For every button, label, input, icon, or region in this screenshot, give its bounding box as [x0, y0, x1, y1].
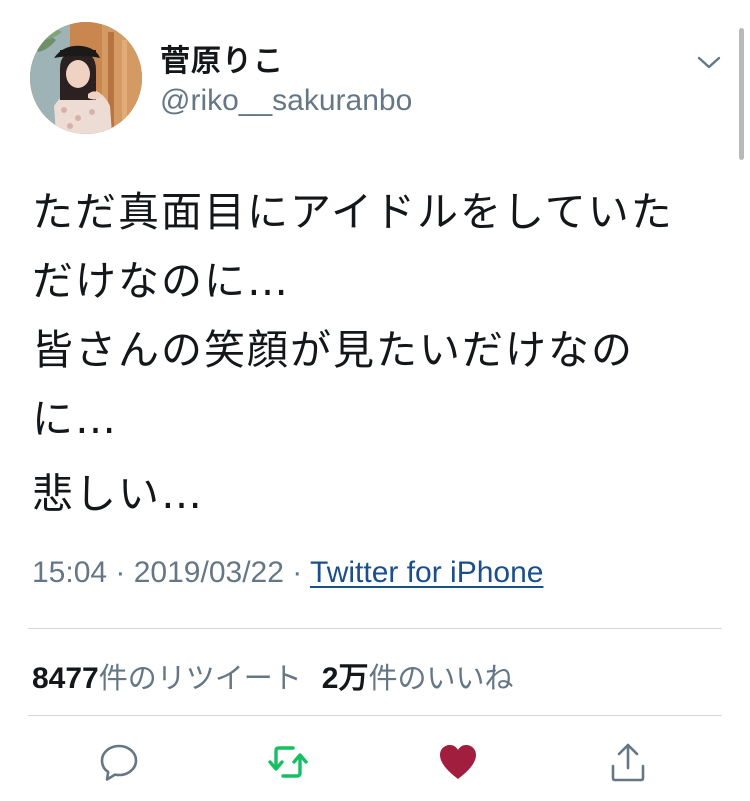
likes-label: 件のいいね: [368, 661, 514, 695]
user-handle[interactable]: @riko__sakuranbo: [160, 84, 412, 118]
tweet-line: 皆さんの笑顔が見たいだけなの: [32, 326, 634, 374]
meta-separator: ·: [283, 556, 311, 589]
meta-separator: ·: [107, 556, 134, 589]
retweet-icon: [268, 746, 308, 778]
tweet-line: に…: [32, 395, 118, 443]
share-icon: [611, 743, 645, 782]
retweet-button[interactable]: [266, 740, 310, 784]
tweet-line: ただ真面目にアイドルをしていた: [32, 188, 674, 236]
action-bar: [0, 740, 750, 784]
heart-icon: [440, 745, 476, 779]
retweets-stat[interactable]: 8477件のリツイート: [32, 655, 302, 697]
tweet-date: 2019/03/22: [133, 556, 284, 589]
divider: [28, 715, 722, 716]
reply-button[interactable]: [97, 740, 141, 784]
scrollbar[interactable]: [739, 28, 744, 160]
share-button[interactable]: [606, 740, 650, 784]
avatar[interactable]: [30, 22, 142, 134]
likes-count: 2万: [321, 662, 369, 695]
tweet-line: 悲しい…: [32, 470, 204, 518]
tweet-line: だけなのに…: [32, 257, 290, 305]
tweet-detail: 菅原りこ @riko__sakuranbo ただ真面目にアイドルをしていた だけ…: [0, 0, 750, 801]
display-name[interactable]: 菅原りこ: [160, 36, 284, 80]
retweets-label: 件のリツイート: [98, 661, 302, 695]
divider: [28, 628, 722, 629]
tweet-meta: 15:04 · 2019/03/22 · Twitter for iPhone: [32, 556, 543, 590]
retweets-count: 8477: [32, 662, 99, 695]
tweet-paragraph: 悲しい…: [32, 460, 722, 529]
tweet-text: ただ真面目にアイドルをしていた だけなのに… 皆さんの笑顔が見たいだけなの に……: [32, 178, 722, 529]
tweet-paragraph: ただ真面目にアイドルをしていた だけなのに… 皆さんの笑顔が見たいだけなの に…: [32, 178, 722, 454]
likes-stat[interactable]: 2万件のいいね: [322, 653, 514, 697]
engagement-stats: 8477件のリツイート 2万件のいいね: [32, 653, 513, 697]
like-button[interactable]: [436, 740, 480, 784]
tweet-time: 15:04: [32, 556, 108, 589]
source-link[interactable]: Twitter for iPhone: [310, 556, 543, 589]
reply-icon: [100, 744, 138, 781]
avatar-image: [30, 22, 142, 134]
chevron-down-icon[interactable]: [694, 50, 724, 74]
